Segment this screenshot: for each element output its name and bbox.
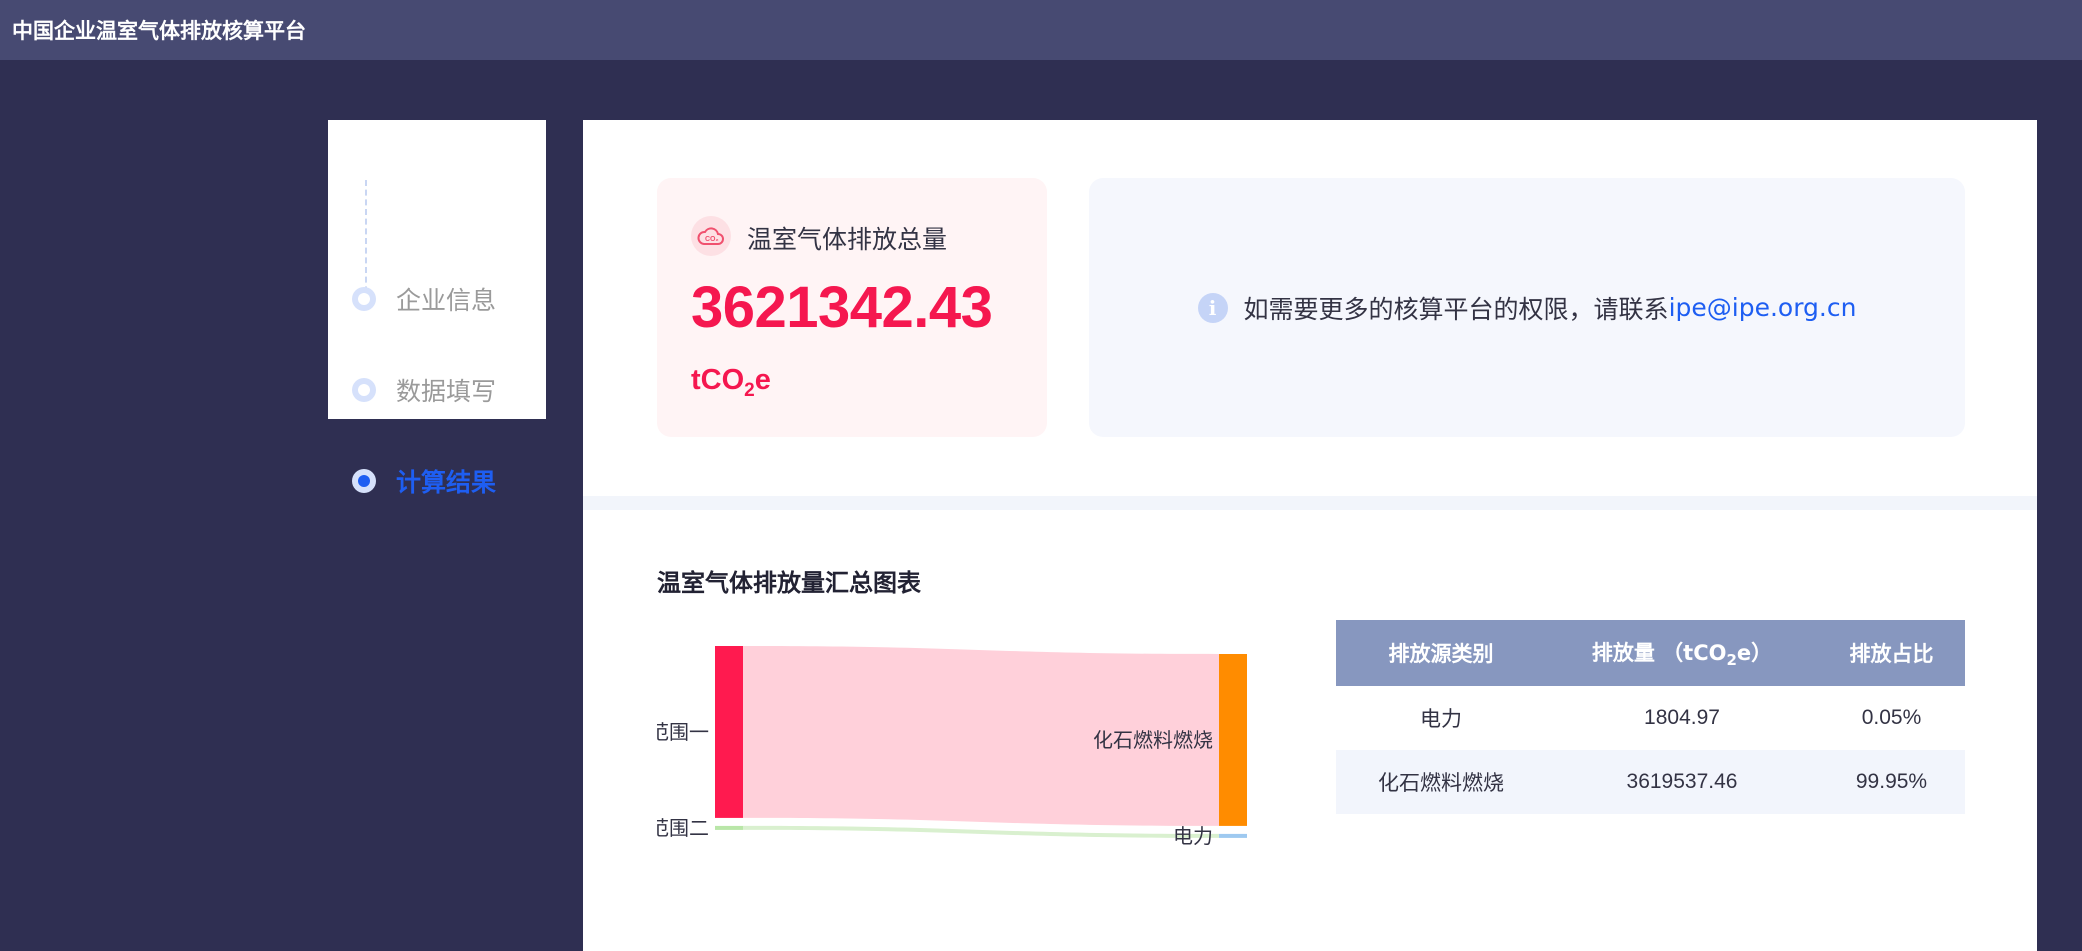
section-divider bbox=[583, 496, 2037, 510]
svg-text:CO₂: CO₂ bbox=[705, 236, 719, 243]
step-company-info[interactable]: 企业信息 bbox=[352, 279, 496, 319]
col-amount: 排放量 （tCO2e） bbox=[1546, 620, 1818, 686]
col-share: 排放占比 bbox=[1818, 620, 1965, 686]
notice-text: 如需要更多的核算平台的权限，请联系 bbox=[1243, 294, 1669, 324]
total-emissions-value: 3621342.43 bbox=[691, 275, 993, 340]
step-label: 企业信息 bbox=[396, 286, 497, 315]
sankey-label-electricity: 电力 bbox=[1173, 824, 1213, 848]
chart-section-title: 温室气体排放量汇总图表 bbox=[657, 569, 921, 597]
table-row: 化石燃料燃烧 3619537.46 99.95% bbox=[1336, 750, 1965, 814]
sankey-chart: 范围一 范围二 化石燃料燃烧 电力 bbox=[657, 646, 1247, 848]
permission-notice: i 如需要更多的核算平台的权限，请联系 ipe@ipe.org.cn bbox=[1089, 178, 1965, 437]
cell-share: 99.95% bbox=[1818, 750, 1965, 814]
cell-category: 电力 bbox=[1420, 708, 1462, 731]
col-category: 排放源类别 bbox=[1336, 620, 1546, 686]
sankey-node-electricity bbox=[1219, 833, 1247, 838]
cell-amount: 1804.97 bbox=[1644, 706, 1720, 729]
step-data-entry[interactable]: 数据填写 bbox=[352, 370, 496, 410]
sankey-link-scope2-electricity bbox=[743, 825, 1219, 838]
cell-share: 0.05% bbox=[1861, 706, 1922, 729]
sankey-label-fossil-combustion: 化石燃料燃烧 bbox=[1093, 728, 1213, 752]
table-row: 电力 1804.97 0.05% bbox=[1336, 686, 1965, 750]
step-label: 数据填写 bbox=[396, 377, 497, 406]
info-icon: i bbox=[1197, 292, 1228, 323]
emissions-table: 排放源类别 排放量 （tCO2e） 排放占比 电力 1804.97 0.05% … bbox=[1336, 620, 1965, 814]
step-results[interactable]: 计算结果 bbox=[352, 461, 496, 501]
sankey-node-scope1 bbox=[715, 646, 743, 818]
step-label: 计算结果 bbox=[396, 468, 497, 497]
app-title: 中国企业温室气体排放核算平台 bbox=[12, 19, 306, 43]
cell-amount: 3619537.46 bbox=[1546, 750, 1818, 814]
contact-email-link[interactable]: ipe@ipe.org.cn bbox=[1669, 293, 1857, 322]
top-bar: 中国企业温室气体排放核算平台 bbox=[0, 0, 2082, 60]
table-header-row: 排放源类别 排放量 （tCO2e） 排放占比 bbox=[1336, 620, 1965, 686]
step-dot-icon bbox=[352, 378, 376, 402]
total-emissions-unit: tCO2e bbox=[691, 364, 771, 401]
step-dot-active-icon bbox=[352, 469, 376, 493]
steps-panel: 企业信息 数据填写 计算结果 bbox=[328, 120, 546, 497]
sankey-label-scope2: 范围二 bbox=[657, 816, 709, 840]
cell-category: 化石燃料燃烧 bbox=[1336, 750, 1546, 814]
total-emissions-label: 温室气体排放总量 bbox=[747, 225, 948, 254]
step-dot-icon bbox=[352, 287, 376, 311]
sankey-label-scope1: 范围一 bbox=[657, 720, 709, 744]
co2-cloud-icon: CO₂ bbox=[691, 216, 731, 256]
sankey-node-fossil-combustion bbox=[1219, 654, 1247, 826]
total-emissions-card: CO₂ 温室气体排放总量 3621342.43 tCO2e bbox=[657, 178, 1047, 437]
sankey-node-scope2 bbox=[715, 825, 743, 830]
results-panel: CO₂ 温室气体排放总量 3621342.43 tCO2e i 如需要更多的核算… bbox=[583, 120, 2037, 951]
